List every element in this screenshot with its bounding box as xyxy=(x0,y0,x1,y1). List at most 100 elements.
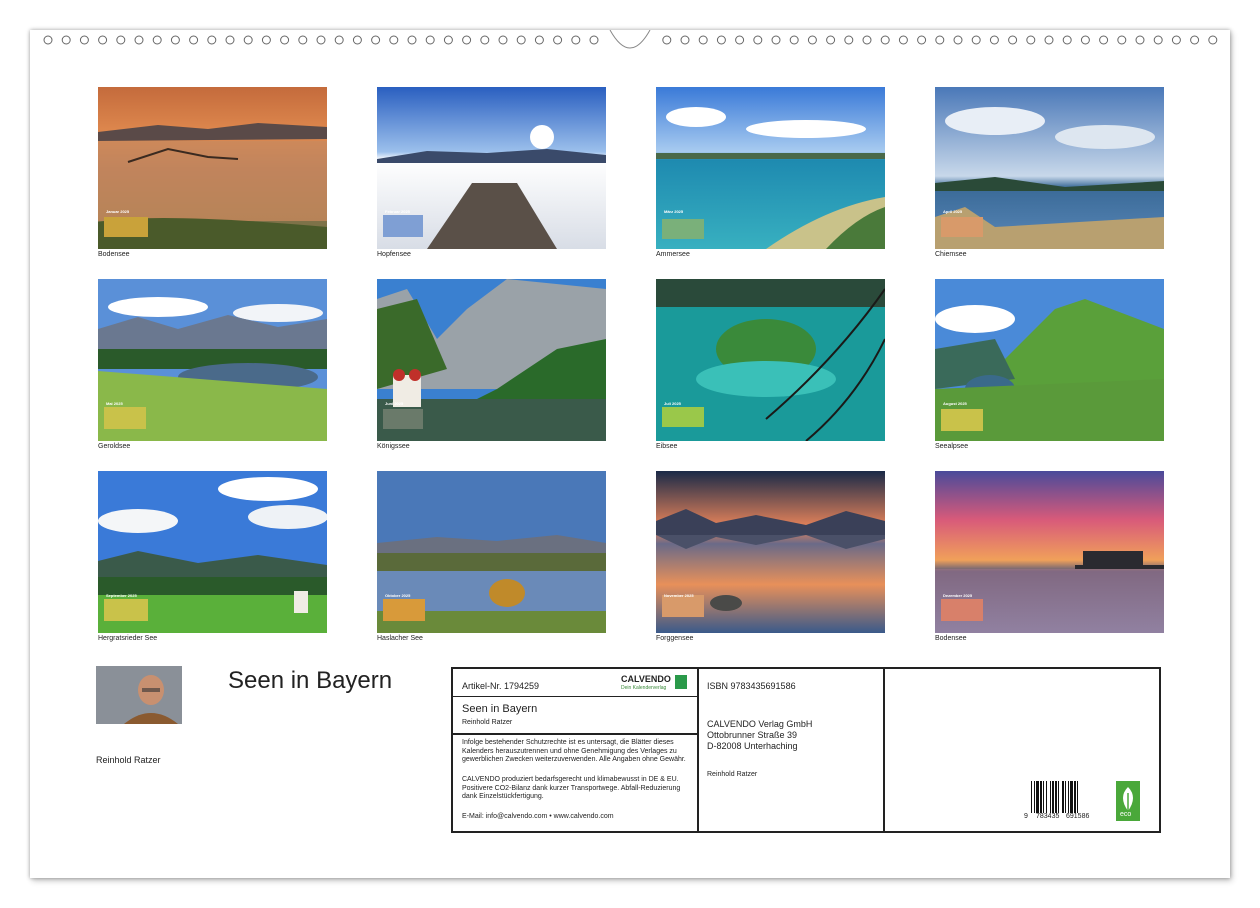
author-photo xyxy=(96,666,182,724)
binding-ring xyxy=(462,35,472,45)
barcode-bar xyxy=(1055,781,1057,813)
barcode-bar xyxy=(1058,781,1059,813)
binding-ring xyxy=(425,35,435,45)
binding-ring xyxy=(1117,35,1127,45)
photo-koenigssee-june: Juni 2025 xyxy=(377,279,606,441)
binding-ring xyxy=(1008,35,1018,45)
binding-ring xyxy=(98,35,108,45)
month-label: Oktober 2025 xyxy=(385,593,411,598)
binding-ring xyxy=(243,35,253,45)
binding-rings xyxy=(43,30,1218,49)
barcode-bar xyxy=(1068,781,1069,813)
binding-ring xyxy=(898,35,908,45)
binding-ring xyxy=(389,35,399,45)
binding-ring xyxy=(189,35,199,45)
photo-chiemsee-april: April 2025 xyxy=(935,87,1164,249)
binding-ring xyxy=(443,35,453,45)
binding-ring xyxy=(116,35,126,45)
binding-ring xyxy=(1080,35,1090,45)
binding-ring xyxy=(989,35,999,45)
divider-4 xyxy=(453,733,697,735)
calvendo-logo: CALVENDO xyxy=(621,674,671,684)
binding-ring xyxy=(826,35,836,45)
binding-ring xyxy=(225,35,235,45)
binding-ring xyxy=(971,35,981,45)
binding-ring xyxy=(207,35,217,45)
binding-ring xyxy=(261,35,271,45)
barcode-bar xyxy=(1077,781,1078,813)
caption-12: Bodensee xyxy=(935,635,967,642)
barcode-digits-middle: 783435 xyxy=(1036,813,1060,820)
binding-ring xyxy=(1208,35,1218,45)
month-label: Dezember 2025 xyxy=(943,593,973,598)
binding-ring xyxy=(534,35,544,45)
binding-ring xyxy=(553,35,563,45)
month-label: Mai 2025 xyxy=(106,401,123,406)
month-label: April 2025 xyxy=(943,209,963,214)
calvendo-flag-icon xyxy=(675,675,687,689)
binding-ring xyxy=(753,35,763,45)
photo-ammersee-march: März 2025 xyxy=(656,87,885,249)
month-label: September 2025 xyxy=(106,593,137,598)
month-label: Januar 2025 xyxy=(106,209,130,214)
divider-2 xyxy=(883,669,885,831)
production-text: CALVENDO produziert bedarfsgerecht und k… xyxy=(462,776,681,800)
binding-ring xyxy=(1026,35,1036,45)
info-title: Seen in Bayern xyxy=(462,703,538,715)
calendar-sheet: Januar 2025 Bodensee Februar 2025 Hopfen… xyxy=(30,30,1230,878)
barcode-bar xyxy=(1052,781,1054,813)
caption-7: Eibsee xyxy=(656,443,678,450)
binding-ring xyxy=(953,35,963,45)
month-label: März 2025 xyxy=(664,209,684,214)
barcode-bar xyxy=(1050,781,1051,813)
publisher-name: CALVENDO Verlag GmbH xyxy=(707,719,813,729)
binding-ring xyxy=(170,35,180,45)
binding-ring xyxy=(1062,35,1072,45)
binding-ring xyxy=(917,35,927,45)
barcode-bar xyxy=(1074,781,1076,813)
barcode-digits-right: 691586 xyxy=(1066,813,1090,820)
binding-ring xyxy=(371,35,381,45)
photo-hopfensee-february: Februar 2025 xyxy=(377,87,606,249)
binding-ring xyxy=(789,35,799,45)
divider-1 xyxy=(697,669,699,831)
binding-ring xyxy=(498,35,508,45)
binding-ring xyxy=(807,35,817,45)
photo-geroldsee-may: Mai 2025 xyxy=(98,279,327,441)
barcode-bar xyxy=(1070,781,1073,813)
binding-ring xyxy=(61,35,71,45)
caption-6: Königssee xyxy=(377,443,410,450)
month-label: November 2025 xyxy=(664,593,694,598)
binding-ring xyxy=(1190,35,1200,45)
author-name: Reinhold Ratzer xyxy=(96,755,161,765)
binding-ring xyxy=(1099,35,1109,45)
month-label: Juli 2025 xyxy=(664,401,681,406)
binding-ring xyxy=(571,35,581,45)
caption-10: Haslacher See xyxy=(377,635,423,642)
photo-haslacher-see-october: Oktober 2025 xyxy=(377,471,606,633)
barcode xyxy=(1031,781,1078,813)
month-label: Juni 2025 xyxy=(385,401,404,406)
binding-ring xyxy=(1135,35,1145,45)
barcode-bar xyxy=(1040,781,1042,813)
info-author: Reinhold Ratzer xyxy=(462,719,513,726)
caption-2: Hopfensee xyxy=(377,251,411,258)
binding-ring xyxy=(480,35,490,45)
binding-ring xyxy=(935,35,945,45)
binding-ring xyxy=(152,35,162,45)
info-author-2: Reinhold Ratzer xyxy=(707,771,758,778)
binding-ring xyxy=(43,35,53,45)
binding-ring xyxy=(716,35,726,45)
binding-ring xyxy=(280,35,290,45)
binding-ring xyxy=(880,35,890,45)
binding-ring xyxy=(662,35,672,45)
binding-ring xyxy=(844,35,854,45)
binding-ring xyxy=(1153,35,1163,45)
caption-4: Chiemsee xyxy=(935,251,967,258)
caption-9: Hergratsrieder See xyxy=(98,635,158,642)
month-label: Februar 2025 xyxy=(385,209,410,214)
barcode-bar xyxy=(1036,781,1039,813)
binding-ring xyxy=(407,35,417,45)
publisher-city: D-82008 Unterhaching xyxy=(707,741,798,751)
binding-ring xyxy=(516,35,526,45)
